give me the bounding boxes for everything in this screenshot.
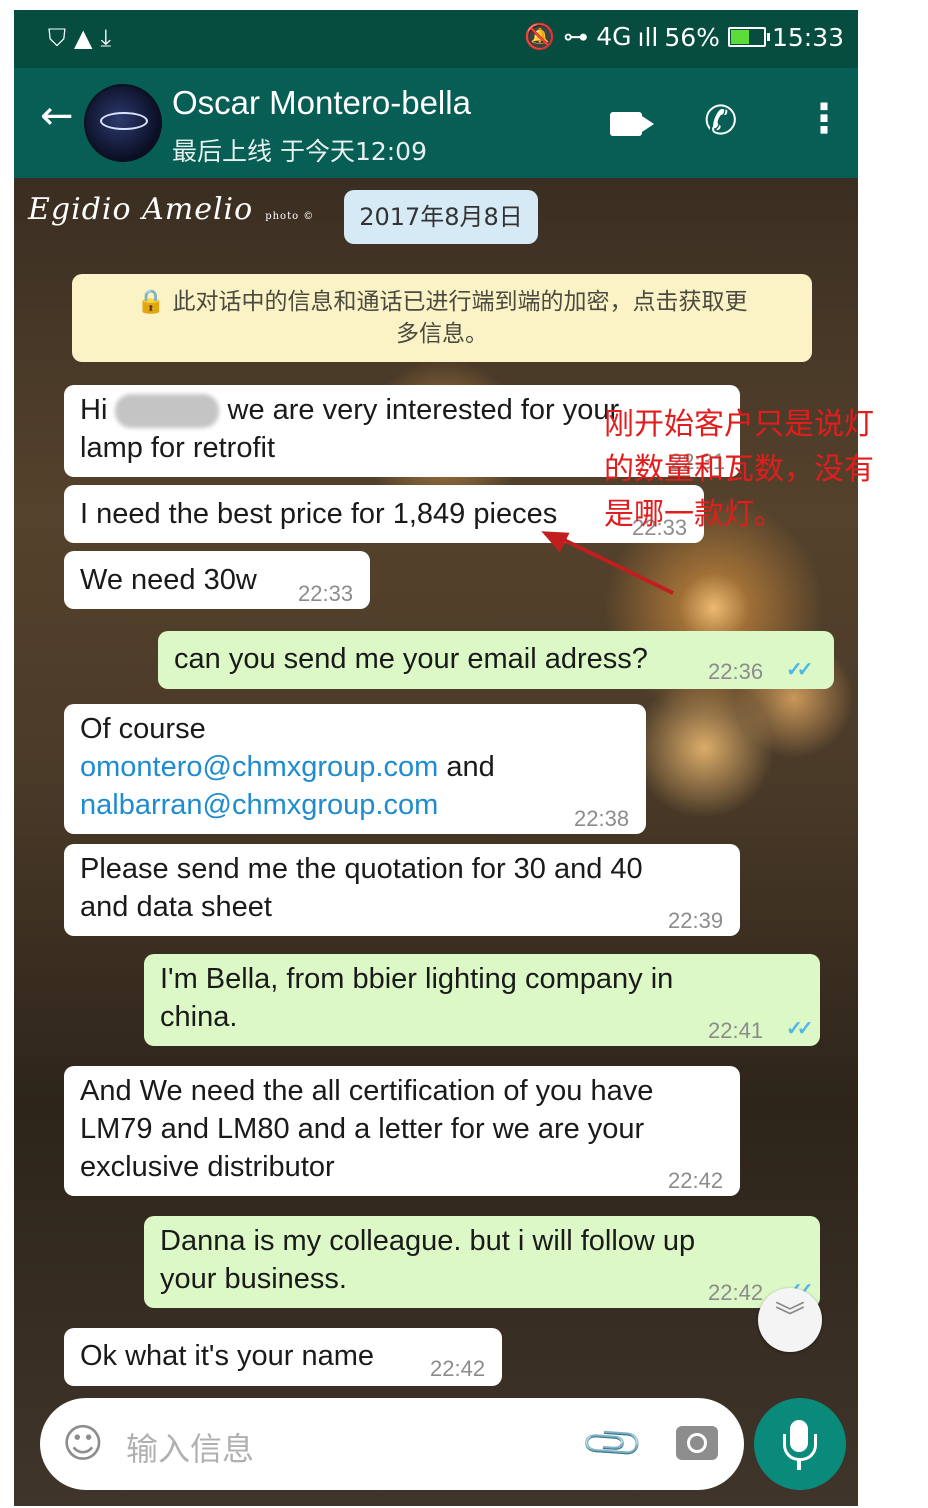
signal-icon: ıll (637, 22, 659, 52)
message-text: Ok what it's your name (80, 1340, 375, 1372)
status-left-icons: ⛉▲⤓ (48, 24, 120, 52)
read-receipt-icon: ✓✓ (786, 1018, 813, 1040)
phone-screen: ⛉▲⤓ 🔕 ⊶ 4G ıll 56% 15:33 ← Oscar Montero… (14, 10, 858, 1506)
redacted-name (115, 394, 220, 429)
annotation-line: 是哪一款灯。 (604, 497, 784, 532)
message-text: Please send me the quotation for 30 and … (80, 853, 643, 885)
message-bubble-incoming[interactable]: Of course omontero@chmxgroup.com and nal… (64, 704, 646, 834)
encryption-notice-line2: 多信息。 (396, 321, 488, 347)
annotation-line: 刚开始客户只是说灯 (604, 407, 874, 442)
email-link[interactable]: nalbarran@chmxgroup.com (80, 789, 438, 821)
message-time: 22:42 (430, 1356, 486, 1381)
message-text: We need 30w (80, 564, 257, 596)
message-text: Of course (80, 713, 206, 745)
status-time: 15:33 (771, 22, 844, 52)
emoji-icon[interactable]: ☺ (62, 1422, 104, 1466)
message-time: 22:42 (668, 1168, 724, 1193)
message-text: And We need the all certification of you… (80, 1075, 654, 1107)
chat-header: ← Oscar Montero-bella 最后上线 于今天12:09 ✆ ⋮ (14, 68, 858, 178)
chat-area[interactable]: Egidio Amelio photo © 2017年8月8日 🔒 此对话中的信息… (14, 178, 858, 1506)
video-call-icon[interactable] (610, 112, 654, 136)
read-receipt-icon: ✓✓ (786, 659, 813, 681)
message-bubble-incoming[interactable]: Ok what it's your name 22:42 (64, 1328, 502, 1386)
message-text-part: we are very interested for your (219, 394, 620, 426)
message-text: and data sheet (80, 891, 272, 923)
message-text-part: and (438, 751, 495, 783)
message-text: nalbarran@chmxgroup.com (80, 786, 438, 824)
message-text: can you send me your email adress? (174, 643, 648, 675)
message-text: I need the best price for 1,849 pieces (80, 498, 558, 530)
message-time: 22:38 (574, 806, 630, 831)
message-bubble-incoming[interactable]: And We need the all certification of you… (64, 1066, 740, 1196)
message-text: lamp for retrofit (80, 432, 275, 464)
date-divider: 2017年8月8日 (344, 190, 538, 244)
watermark-text: Egidio Amelio (28, 192, 254, 227)
battery-percent: 56% (664, 22, 720, 52)
scroll-down-icon[interactable]: ︾ (758, 1288, 822, 1352)
battery-icon (727, 27, 770, 47)
back-arrow-icon[interactable]: ← (40, 92, 74, 140)
message-text: omontero@chmxgroup.com and (80, 748, 495, 786)
message-time: 22:33 (298, 581, 354, 606)
message-bubble-incoming[interactable]: Please send me the quotation for 30 and … (64, 844, 740, 936)
message-bubble-outgoing[interactable]: can you send me your email adress? 22:36… (158, 631, 834, 689)
message-time: 22:42 (708, 1280, 764, 1305)
message-text: your business. (160, 1263, 347, 1295)
annotation-text: 刚开始客户只是说灯 的数量和瓦数，没有 是哪一款灯。 (604, 402, 924, 537)
message-text: exclusive distributor (80, 1151, 335, 1183)
last-seen-status: 最后上线 于今天12:09 (172, 137, 427, 166)
encryption-notice[interactable]: 🔒 此对话中的信息和通话已进行端到端的加密，点击获取更 多信息。 (72, 274, 812, 362)
message-time: 22:41 (708, 1018, 764, 1043)
email-link[interactable]: omontero@chmxgroup.com (80, 751, 438, 783)
message-input-bar[interactable]: ☺ 输入信息 📎 (40, 1398, 744, 1490)
camera-icon[interactable] (676, 1426, 718, 1460)
encryption-notice-line1: 🔒 此对话中的信息和通话已进行端到端的加密，点击获取更 (136, 289, 748, 315)
message-text: Danna is my colleague. but i will follow… (160, 1225, 696, 1257)
status-bar: ⛉▲⤓ 🔕 ⊶ 4G ıll 56% 15:33 (14, 10, 858, 68)
message-time: 22:39 (668, 908, 724, 933)
message-time: 22:36 (708, 659, 764, 684)
contact-avatar[interactable] (84, 84, 162, 162)
message-bubble-outgoing[interactable]: Danna is my colleague. but i will follow… (144, 1216, 820, 1308)
more-options-icon[interactable]: ⋮ (804, 96, 844, 142)
battery-fill (730, 30, 749, 44)
voice-message-button[interactable] (754, 1398, 846, 1490)
message-text-part: Hi (80, 394, 116, 426)
contact-name[interactable]: Oscar Montero-bella (172, 84, 471, 122)
message-text: china. (160, 1001, 238, 1033)
message-text: I'm Bella, from bbier lighting company i… (160, 963, 674, 995)
message-text: LM79 and LM80 and a letter for we are yo… (80, 1113, 645, 1145)
status-right-group: 🔕 ⊶ 4G ıll 56% 15:33 (524, 22, 844, 52)
voice-call-icon[interactable]: ✆ (704, 98, 738, 144)
status-indicator-icons: 🔕 ⊶ 4G (524, 22, 632, 51)
message-bubble-incoming[interactable]: We need 30w 22:33 (64, 551, 370, 609)
message-input-placeholder[interactable]: 输入信息 (126, 1424, 254, 1470)
microphone-icon (783, 1420, 817, 1470)
attach-icon[interactable]: 📎 (579, 1409, 647, 1478)
message-text: Hi we are very interested for your (80, 391, 619, 429)
annotation-line: 的数量和瓦数，没有 (604, 452, 874, 487)
watermark-small: photo © (265, 211, 315, 222)
message-bubble-outgoing[interactable]: I'm Bella, from bbier lighting company i… (144, 954, 820, 1046)
wallpaper-watermark: Egidio Amelio photo © (28, 192, 314, 227)
